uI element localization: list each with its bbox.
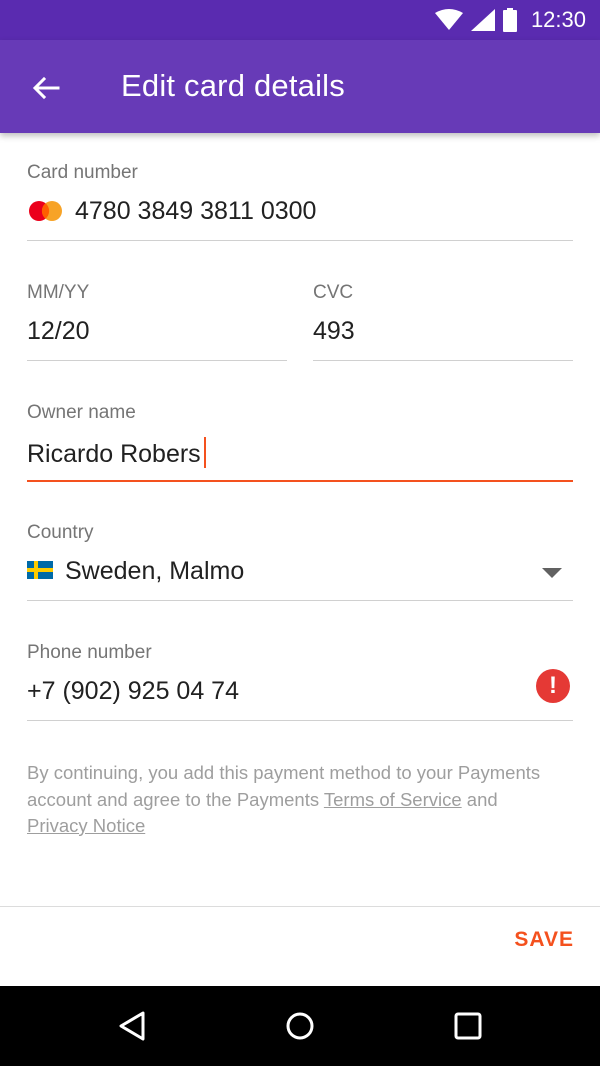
card-number-label: Card number xyxy=(27,162,138,183)
privacy-notice-link[interactable]: Privacy Notice xyxy=(27,815,145,836)
app-bar: Edit card details xyxy=(0,40,600,133)
legal-text: By continuing, you add this payment meth… xyxy=(27,760,547,840)
status-icons: 12:30 xyxy=(434,0,586,40)
battery-icon xyxy=(502,8,517,32)
phone-label: Phone number xyxy=(27,642,152,663)
nav-home-button[interactable] xyxy=(280,1006,320,1046)
back-arrow-icon xyxy=(32,76,60,100)
sweden-flag-icon xyxy=(27,561,53,579)
country-underline xyxy=(27,600,573,601)
back-button[interactable] xyxy=(22,64,70,112)
cvc-input[interactable]: 493 xyxy=(313,317,355,346)
country-label: Country xyxy=(27,522,94,543)
dropdown-arrow-icon[interactable] xyxy=(542,568,562,580)
nav-back-icon xyxy=(119,1011,145,1041)
error-icon[interactable]: ! xyxy=(536,669,570,703)
save-button[interactable]: SAVE xyxy=(514,928,574,952)
owner-name-value: Ricardo Robers xyxy=(27,440,201,468)
footer-divider xyxy=(0,906,600,907)
country-select[interactable]: Sweden, Malmo xyxy=(65,557,244,586)
expiry-label: MM/YY xyxy=(27,282,90,303)
nav-back-button[interactable] xyxy=(112,1006,152,1046)
card-number-input[interactable]: 4780 3849 3811 0300 xyxy=(75,197,316,226)
status-bar: 12:30 xyxy=(0,0,600,40)
nav-recents-button[interactable] xyxy=(448,1006,488,1046)
phone-input[interactable]: +7 (902) 925 04 74 xyxy=(27,677,239,706)
nav-home-icon xyxy=(286,1012,314,1040)
terms-of-service-link[interactable]: Terms of Service xyxy=(324,789,462,810)
owner-name-input[interactable]: Ricardo Robers xyxy=(27,437,206,469)
cvc-underline xyxy=(313,360,573,361)
text-cursor xyxy=(203,437,206,468)
page-title: Edit card details xyxy=(121,68,345,103)
mastercard-logo-icon xyxy=(29,201,62,221)
signal-icon xyxy=(470,9,495,31)
expiry-underline xyxy=(27,360,287,361)
owner-name-label: Owner name xyxy=(27,402,136,423)
status-time: 12:30 xyxy=(530,7,586,32)
cvc-label: CVC xyxy=(313,282,354,303)
system-nav-bar xyxy=(0,986,600,1066)
legal-text-part-2: and xyxy=(461,788,498,810)
card-number-underline xyxy=(27,240,573,241)
phone-underline xyxy=(27,720,573,721)
expiry-input[interactable]: 12/20 xyxy=(27,317,90,346)
nav-recents-icon xyxy=(454,1012,482,1040)
wifi-icon xyxy=(434,9,463,30)
owner-name-underline xyxy=(27,480,573,482)
